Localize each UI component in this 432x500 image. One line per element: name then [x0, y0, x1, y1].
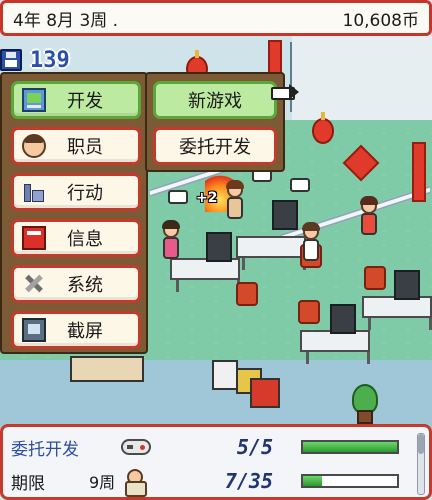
chair — [364, 266, 386, 290]
panel-scrollbar[interactable] — [417, 433, 425, 495]
staff-character — [302, 222, 320, 262]
tools-icon — [22, 272, 46, 296]
game-date: 4年 8月 3周 . — [13, 10, 119, 31]
hand-sign-icon — [290, 178, 310, 192]
potted-plant — [352, 384, 378, 424]
staff-icon — [22, 134, 46, 158]
gamepad-icon — [121, 439, 151, 455]
project-row: 委托开发 5/5 — [3, 430, 429, 464]
staff-walking-icon — [123, 469, 149, 497]
progress-value: 5/5 — [236, 435, 273, 459]
main-menu: 开发 职员 行动 信息 系统 截屏 — [0, 72, 148, 354]
menu-item-system[interactable]: 系统 — [11, 265, 141, 303]
submenu-item-new-game[interactable]: 新游戏 — [153, 81, 277, 119]
staff-character — [162, 220, 180, 260]
monitor — [394, 270, 420, 300]
status-bar: 4年 8月 3周 . 10,608币 — [0, 0, 432, 36]
staff-character — [360, 196, 378, 236]
save-counter: 139 — [0, 47, 100, 73]
couplet-decoration — [412, 142, 426, 202]
project-type-label: 委托开发 — [11, 439, 79, 460]
deadline-bar — [301, 474, 399, 488]
floppy-disk-icon — [0, 49, 22, 71]
funds-display: 10,608币 — [342, 10, 419, 31]
progress-bar-fill — [303, 442, 397, 452]
scrollbar-thumb[interactable] — [418, 434, 424, 454]
screenshot-icon — [22, 318, 46, 342]
monitor — [330, 304, 356, 334]
submenu-item-contract-dev[interactable]: 委托开发 — [153, 127, 277, 165]
deadline-row: 期限 9周 7/35 — [3, 464, 429, 498]
menu-item-staff[interactable]: 职员 — [11, 127, 141, 165]
menu-item-label: 开发 — [67, 91, 103, 112]
supply-box — [212, 360, 238, 390]
menu-item-action[interactable]: 行动 — [11, 173, 141, 211]
deadline-value: 7/35 — [224, 469, 273, 493]
plus-popup: +2 — [196, 190, 218, 206]
monitor — [206, 232, 232, 262]
menu-item-screenshot[interactable]: 截屏 — [11, 311, 141, 349]
hand-sign-icon — [168, 190, 188, 204]
supply-box — [250, 378, 280, 408]
menu-item-info[interactable]: 信息 — [11, 219, 141, 257]
deadline-label: 期限 — [11, 473, 45, 494]
selection-pointer-icon — [271, 84, 299, 100]
save-count-value: 139 — [30, 47, 70, 73]
deadline-bar-fill — [303, 476, 322, 486]
deadline-weeks: 9周 — [89, 473, 116, 492]
staff-character — [226, 180, 244, 220]
info-icon — [22, 226, 46, 250]
action-icon — [22, 180, 46, 204]
menu-item-label: 系统 — [67, 275, 103, 296]
menu-item-label: 信息 — [67, 229, 103, 250]
project-status-panel: 委托开发 5/5 期限 9周 7/35 — [0, 424, 432, 500]
develop-icon — [22, 88, 46, 112]
monitor — [272, 200, 298, 230]
develop-submenu: 新游戏 委托开发 — [145, 72, 285, 172]
menu-item-label: 行动 — [67, 183, 103, 204]
progress-bar — [301, 440, 399, 454]
menu-item-develop[interactable]: 开发 — [11, 81, 141, 119]
lantern-icon — [312, 112, 334, 144]
chair — [236, 282, 258, 306]
chair — [298, 300, 320, 324]
desk — [236, 236, 306, 270]
reception-counter — [70, 356, 144, 382]
menu-item-label: 截屏 — [67, 321, 103, 342]
menu-item-label: 职员 — [67, 137, 103, 158]
